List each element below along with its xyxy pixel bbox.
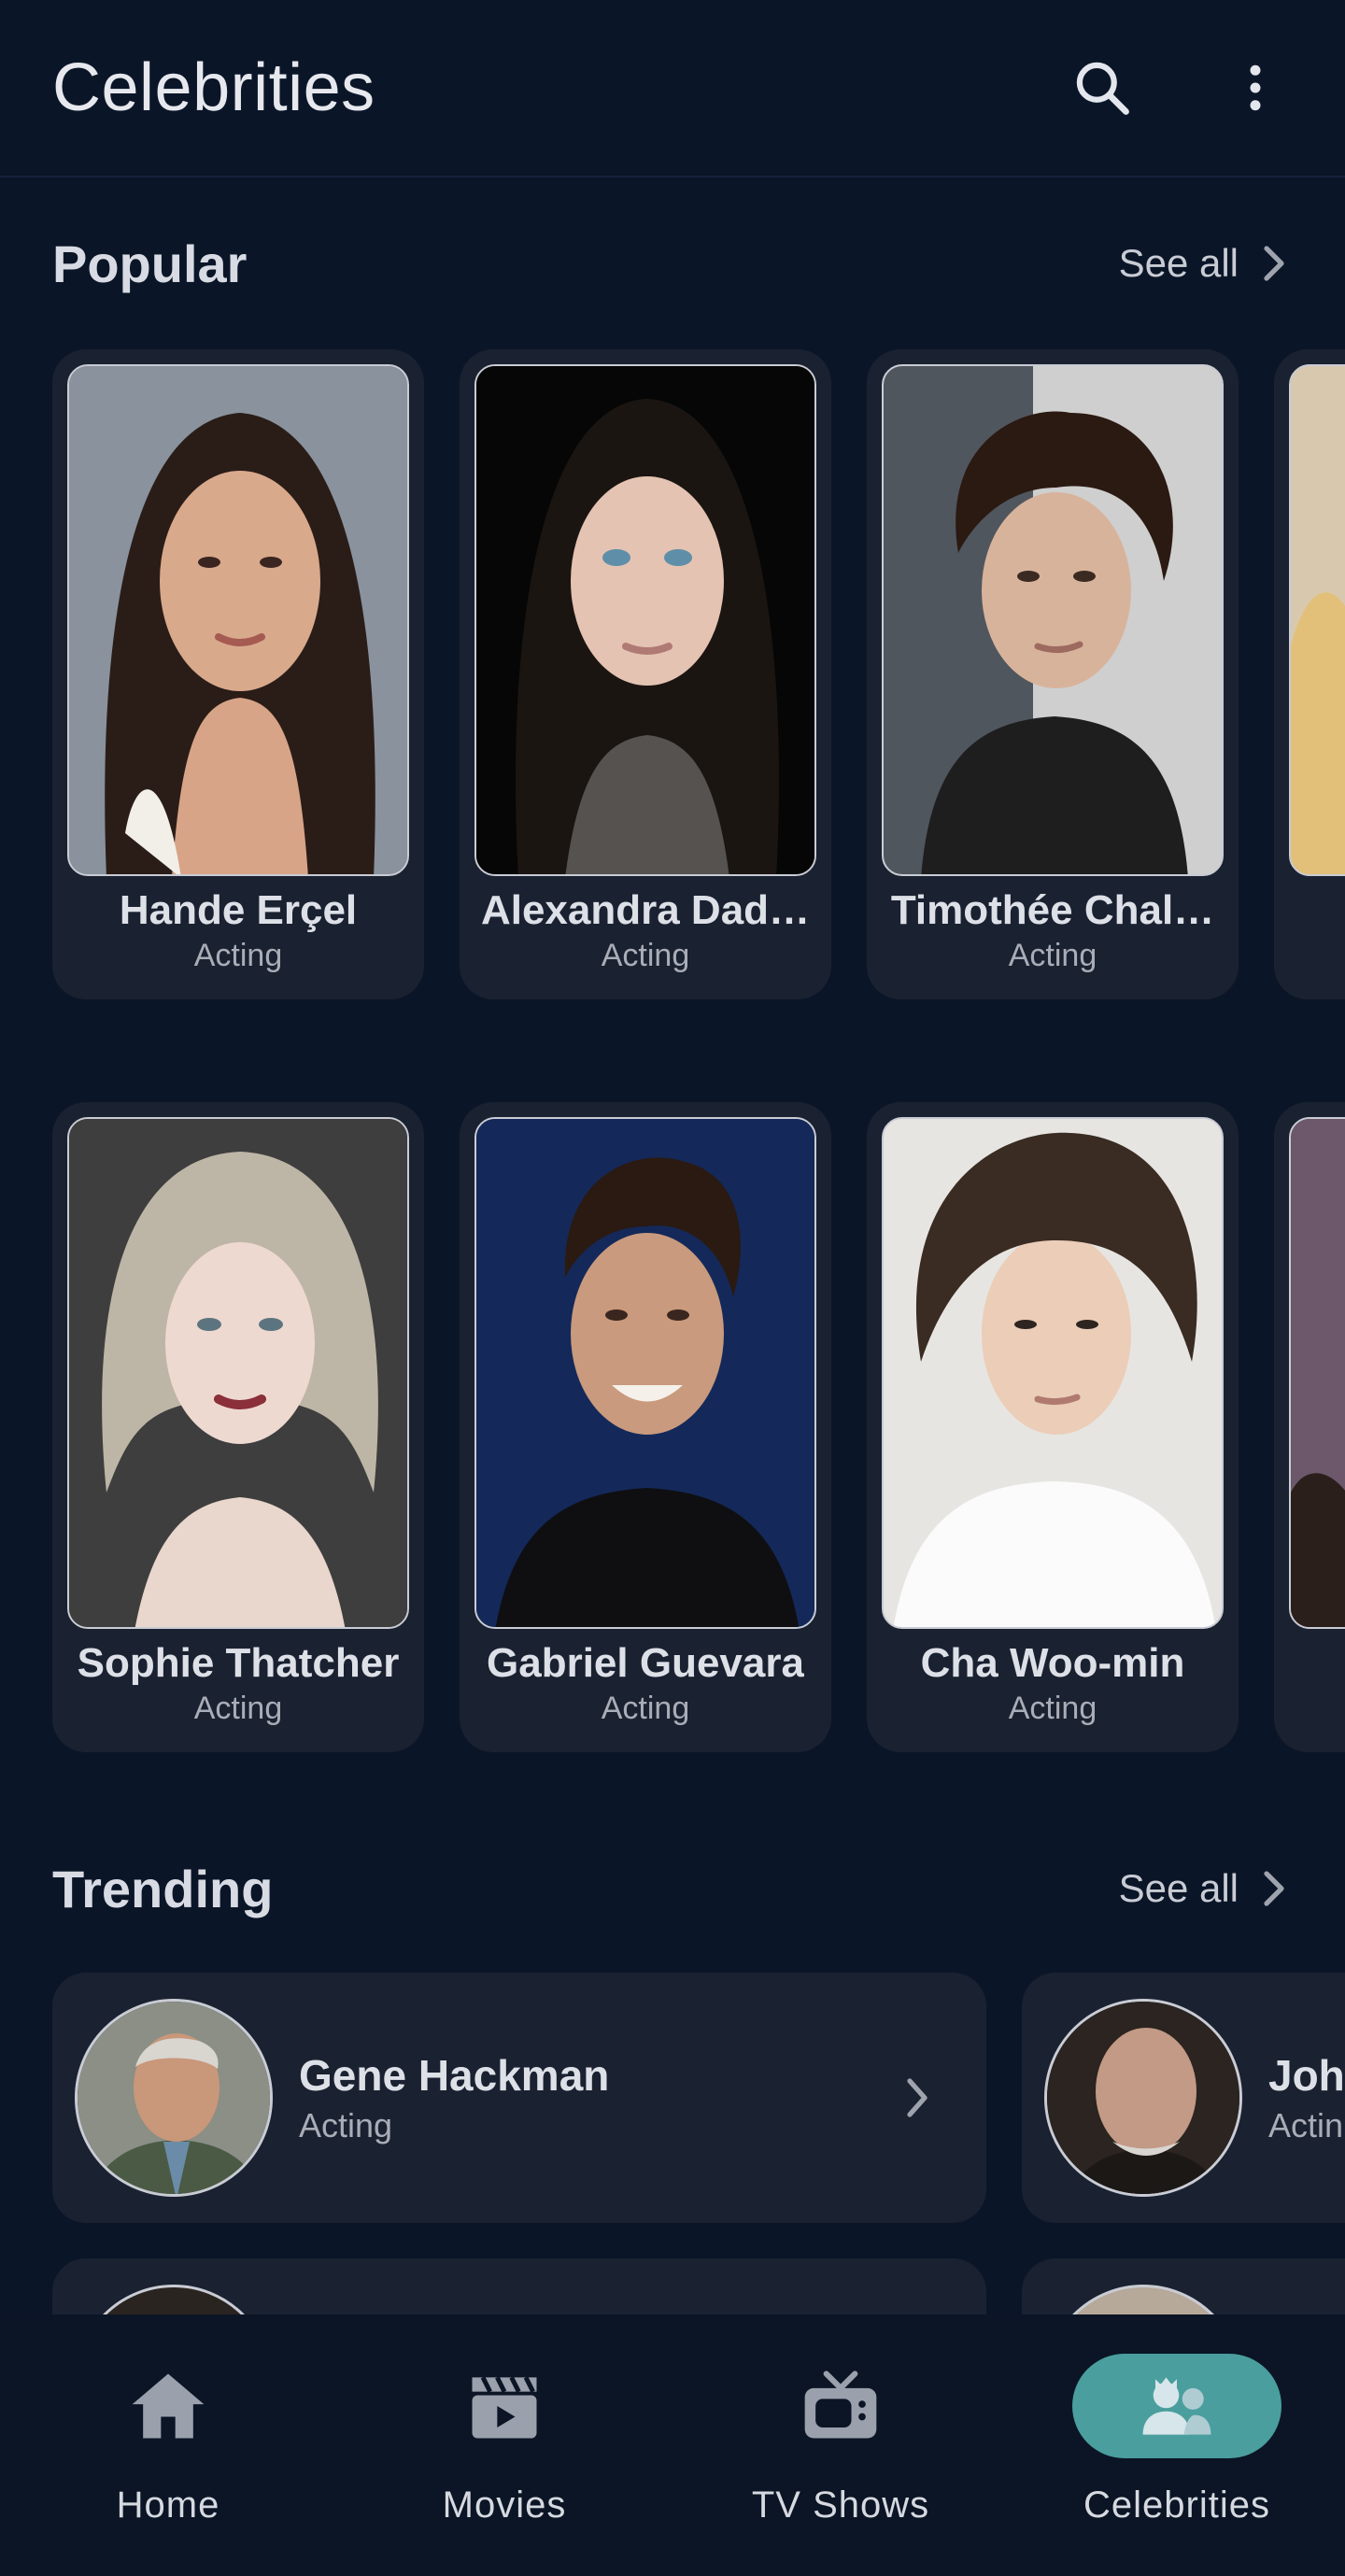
celebrity-photo: [67, 364, 409, 876]
nav-label: Celebrities: [1083, 2484, 1270, 2526]
celebrity-role: Acting: [1008, 1691, 1097, 1726]
celebrity-role: Acting: [601, 1691, 690, 1726]
celebrity-role: Acting: [299, 2106, 393, 2144]
celebrity-card[interactable]: Timothée Chal… Acting: [867, 349, 1239, 999]
celebrity-role: Acting: [193, 1691, 283, 1726]
avatar: [1044, 1999, 1242, 2197]
avatar: [75, 1999, 273, 2197]
nav-item-tv-shows[interactable]: TV Shows: [701, 2354, 981, 2526]
trending-row: Gene Hackman Acting John Actin: [52, 1973, 1345, 2223]
trending-info: John Actin: [1268, 2050, 1345, 2145]
celebrity-photo: [882, 364, 1224, 876]
people-icon: [1142, 2377, 1211, 2435]
chevron-right-icon: [907, 2078, 927, 2117]
celebrity-name: John: [1268, 2051, 1345, 2100]
celebrity-photo: [474, 364, 816, 876]
celebrity-photo: [882, 1117, 1224, 1629]
page-title: Celebrities: [52, 50, 375, 125]
chevron-right-icon: [1264, 1871, 1284, 1906]
clapperboard-icon: [472, 2376, 537, 2439]
celebrity-card[interactable]: Ar: [1274, 349, 1345, 999]
celebrity-photo: [474, 1117, 816, 1629]
nav-label: TV Shows: [751, 2484, 930, 2526]
nav-icon-container: [736, 2354, 945, 2458]
search-icon: [1076, 62, 1129, 115]
nav-icon-container: [64, 2354, 273, 2458]
celebrity-name: Sophie Thatcher: [77, 1640, 400, 1686]
nav-icon-container-active: [1072, 2354, 1281, 2458]
home-icon: [132, 2373, 205, 2439]
nav-item-home[interactable]: Home: [28, 2354, 308, 2526]
celebrity-name: Gabriel Guevara: [487, 1640, 804, 1686]
celebrity-card[interactable]: Cha Woo-min Acting: [867, 1102, 1239, 1752]
trending-heading: Trending: [52, 1859, 274, 1918]
more-vert-icon: [1250, 64, 1261, 111]
celebrity-name: Timothée Chal…: [890, 887, 1215, 933]
celebrity-role: Actin: [1268, 2106, 1344, 2144]
popular-section-header: Popular See all: [52, 226, 1293, 301]
celebrity-card[interactable]: Gabriel Guevara Acting: [460, 1102, 831, 1752]
trending-section-header: Trending See all: [52, 1851, 1293, 1926]
nav-label: Home: [116, 2484, 220, 2526]
trending-card[interactable]: Gene Hackman Acting: [52, 1973, 986, 2223]
chevron-right-icon: [1264, 246, 1284, 281]
popular-heading: Popular: [52, 234, 248, 293]
nav-label: Movies: [442, 2484, 567, 2526]
celebrity-card[interactable]: J: [1274, 1102, 1345, 1752]
celebrity-name: Cha Woo-min: [920, 1640, 1185, 1686]
popular-row-1: Hande Erçel Acting Alexandra Dad… Acting: [52, 349, 1345, 999]
tv-icon: [804, 2371, 877, 2439]
celebrity-photo: [1289, 1117, 1345, 1629]
celebrity-card[interactable]: Hande Erçel Acting: [52, 349, 424, 999]
more-options-button[interactable]: [1218, 50, 1293, 125]
celebrity-name: Alexandra Dad…: [480, 887, 811, 933]
celebrity-role: Acting: [1008, 938, 1097, 973]
bottom-navigation: Home Movies TV Shows Celebrities: [0, 2314, 1345, 2576]
popular-see-all-button[interactable]: See all: [1119, 241, 1293, 286]
celebrity-role: Acting: [193, 938, 283, 973]
search-button[interactable]: [1065, 50, 1140, 125]
top-app-bar: Celebrities: [0, 0, 1345, 177]
app-screen: Celebrities Popular See all Hande Erçel …: [0, 0, 1345, 2576]
celebrity-photo: [67, 1117, 409, 1629]
nav-item-celebrities[interactable]: Celebrities: [1037, 2354, 1317, 2526]
trending-see-all-button[interactable]: See all: [1119, 1866, 1293, 1911]
app-bar-actions: [1065, 50, 1293, 125]
celebrity-card[interactable]: Sophie Thatcher Acting: [52, 1102, 424, 1752]
nav-icon-container: [400, 2354, 609, 2458]
trending-info: Gene Hackman Acting: [299, 2050, 609, 2145]
celebrity-role: Acting: [601, 938, 690, 973]
popular-row-2: Sophie Thatcher Acting Gabriel Guevara A…: [52, 1102, 1345, 1752]
nav-item-movies[interactable]: Movies: [364, 2354, 644, 2526]
see-all-label: See all: [1118, 1866, 1239, 1910]
celebrity-name: Gene Hackman: [299, 2051, 610, 2100]
see-all-label: See all: [1118, 241, 1239, 285]
celebrity-name: Hande Erçel: [119, 887, 358, 933]
celebrity-photo: [1289, 364, 1345, 876]
celebrity-card[interactable]: Alexandra Dad… Acting: [460, 349, 831, 999]
trending-card[interactable]: John Actin: [1022, 1973, 1345, 2223]
